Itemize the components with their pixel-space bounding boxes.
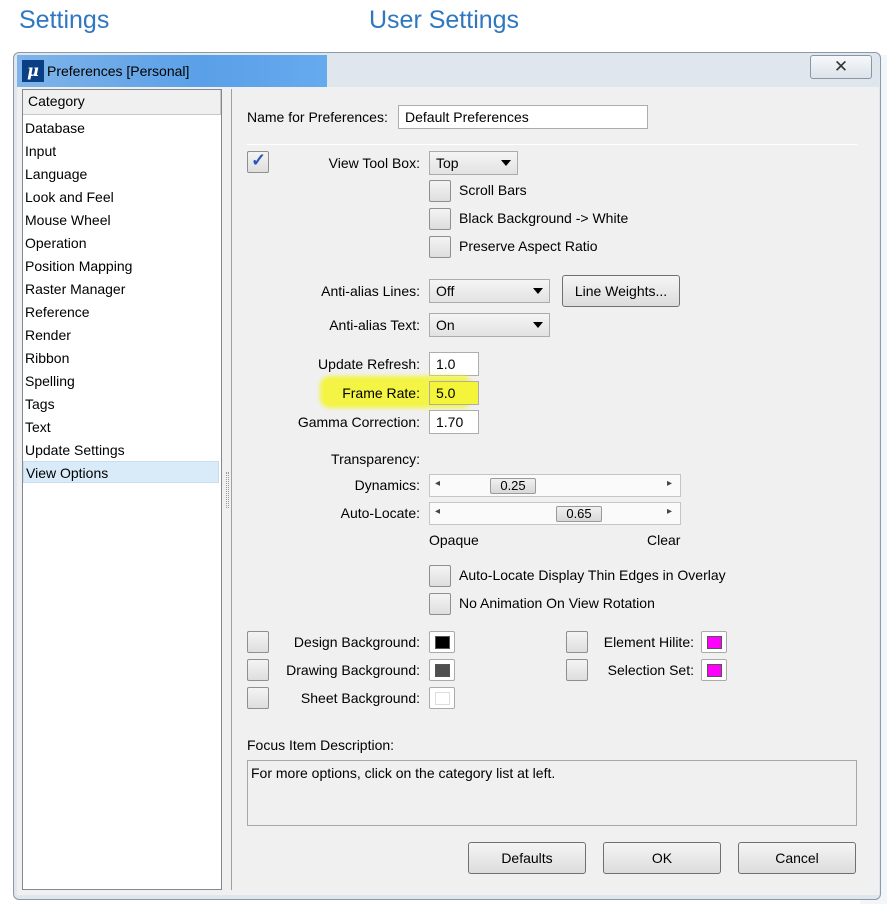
category-header[interactable]: Category [23, 90, 221, 115]
transparency-label: Transparency: [331, 451, 420, 467]
window-title: Preferences [Personal] [47, 63, 190, 79]
checkmark-icon: ✓ [251, 150, 267, 170]
autolocate-slider[interactable]: ◂ 0.65 ▸ [429, 502, 681, 525]
category-item-operation[interactable]: Operation [25, 232, 86, 254]
focus-description-box: For more options, click on the category … [247, 760, 857, 826]
aa-lines-value: Off [436, 283, 455, 299]
category-item-position-mapping[interactable]: Position Mapping [25, 255, 132, 277]
category-item-look-and-feel[interactable]: Look and Feel [25, 186, 114, 208]
autolocate-label: Auto-Locate: [340, 505, 420, 521]
category-item-database[interactable]: Database [25, 117, 85, 139]
drawing-bg-swatch [435, 664, 450, 677]
element-hilite-label: Element Hilite: [603, 634, 694, 650]
slider-right-arrow-icon[interactable]: ▸ [667, 506, 672, 517]
category-item-input[interactable]: Input [25, 140, 56, 162]
slider-right-arrow-icon[interactable]: ▸ [667, 478, 672, 489]
sheet-bg-checkbox[interactable] [247, 687, 269, 709]
category-item-ribbon[interactable]: Ribbon [25, 347, 69, 369]
drawing-bg-label: Drawing Background: [286, 662, 420, 678]
no-animation-label: No Animation On View Rotation [459, 595, 655, 611]
app-logo-icon: μ [22, 60, 44, 82]
thin-edges-label: Auto-Locate Display Thin Edges in Overla… [459, 567, 726, 583]
view-tool-box-label: View Tool Box: [328, 155, 420, 171]
scroll-bars-label: Scroll Bars [459, 182, 527, 198]
view-tool-box-checkbox[interactable]: ✓ [247, 150, 269, 173]
preserve-aspect-checkbox[interactable] [429, 236, 451, 258]
selection-set-color-button[interactable] [701, 659, 727, 681]
sheet-bg-swatch [435, 692, 450, 705]
frame-rate-field[interactable]: 5.0 [429, 381, 479, 405]
focus-label: Focus Item Description: [247, 737, 395, 753]
design-bg-checkbox[interactable] [247, 631, 269, 653]
category-item-tags[interactable]: Tags [25, 393, 55, 415]
gamma-field[interactable]: 1.70 [429, 410, 479, 434]
selection-set-swatch [707, 664, 722, 677]
dropdown-arrow-icon [501, 160, 511, 166]
category-item-raster-manager[interactable]: Raster Manager [25, 278, 125, 300]
black-background-label: Black Background -> White [459, 210, 629, 226]
drawing-bg-checkbox[interactable] [247, 659, 269, 681]
aa-lines-label: Anti-alias Lines: [321, 283, 420, 299]
element-hilite-color-button[interactable] [701, 631, 727, 653]
autolocate-slider-thumb[interactable]: 0.65 [556, 506, 602, 522]
no-animation-checkbox[interactable] [429, 593, 451, 615]
category-item-spelling[interactable]: Spelling [25, 370, 75, 392]
user-settings-heading: User Settings [369, 6, 520, 34]
thin-edges-checkbox[interactable] [429, 565, 451, 587]
dynamics-slider[interactable]: ◂ 0.25 ▸ [429, 474, 681, 497]
design-bg-color-button[interactable] [429, 631, 455, 653]
selection-set-label: Selection Set: [607, 662, 694, 678]
design-bg-swatch [435, 636, 450, 649]
opaque-label: Opaque [429, 532, 479, 548]
gamma-label: Gamma Correction: [297, 414, 420, 430]
category-item-render[interactable]: Render [25, 324, 71, 346]
update-refresh-field[interactable]: 1.0 [429, 352, 479, 376]
name-field[interactable]: Default Preferences [398, 105, 648, 129]
clear-label: Clear [647, 532, 681, 548]
aa-text-select[interactable]: On [429, 313, 550, 337]
aa-text-label: Anti-alias Text: [329, 317, 420, 333]
dropdown-arrow-icon [533, 288, 543, 294]
defaults-button[interactable]: Defaults [468, 842, 586, 874]
panel-splitter[interactable] [226, 472, 229, 508]
category-item-reference[interactable]: Reference [25, 301, 90, 323]
ok-button[interactable]: OK [603, 842, 721, 874]
element-hilite-swatch [707, 636, 722, 649]
preserve-aspect-label: Preserve Aspect Ratio [459, 238, 598, 254]
focus-description-text: For more options, click on the category … [251, 765, 556, 781]
view-tool-box-select[interactable]: Top [429, 151, 518, 175]
dynamics-label: Dynamics: [354, 477, 420, 493]
sheet-bg-color-button[interactable] [429, 687, 455, 709]
aa-lines-select[interactable]: Off [429, 279, 550, 303]
close-icon: ✕ [833, 57, 849, 76]
dropdown-arrow-icon [533, 322, 543, 328]
update-refresh-label: Update Refresh: [318, 356, 420, 372]
category-item-mouse-wheel[interactable]: Mouse Wheel [25, 209, 111, 231]
close-button[interactable]: ✕ [810, 55, 872, 79]
view-tool-box-value: Top [436, 155, 459, 171]
category-item-text[interactable]: Text [25, 416, 51, 438]
black-background-checkbox[interactable] [429, 208, 451, 230]
aa-text-value: On [436, 317, 455, 333]
dynamics-slider-thumb[interactable]: 0.25 [490, 478, 536, 494]
category-item-view-options[interactable]: View Options [23, 461, 219, 483]
design-bg-label: Design Background: [293, 634, 420, 650]
frame-rate-label: Frame Rate: [342, 385, 420, 401]
cancel-button[interactable]: Cancel [738, 842, 856, 874]
divider [247, 144, 857, 145]
line-weights-button[interactable]: Line Weights... [562, 275, 680, 307]
category-item-update-settings[interactable]: Update Settings [25, 439, 125, 461]
sheet-bg-label: Sheet Background: [300, 690, 420, 706]
drawing-bg-color-button[interactable] [429, 659, 455, 681]
slider-left-arrow-icon[interactable]: ◂ [435, 506, 440, 517]
name-label: Name for Preferences: [247, 109, 388, 125]
settings-heading: Settings [19, 6, 110, 34]
scroll-bars-checkbox[interactable] [429, 180, 451, 202]
slider-left-arrow-icon[interactable]: ◂ [435, 478, 440, 489]
category-item-language[interactable]: Language [25, 163, 87, 185]
